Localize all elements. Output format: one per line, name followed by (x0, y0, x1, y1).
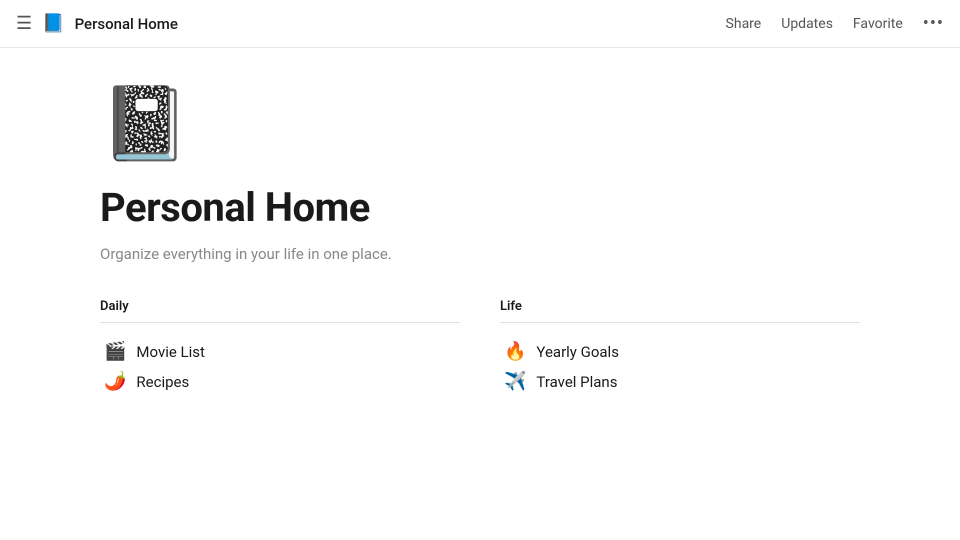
share-button[interactable]: Share (726, 16, 762, 32)
page-description: Organize everything in your life in one … (100, 245, 860, 263)
menu-icon[interactable]: ☰ (16, 15, 32, 33)
life-header: Life (500, 299, 860, 314)
daily-column: Daily 🎬 Movie List 🌶️ Recipes (100, 299, 460, 397)
movie-list-icon: 🎬 (104, 343, 126, 361)
topbar-right: Share Updates Favorite ••• (726, 13, 944, 34)
page-icon-small: 📘 (42, 15, 64, 33)
recipes-icon: 🌶️ (104, 373, 126, 391)
daily-header: Daily (100, 299, 460, 314)
main-content: 📓 Personal Home Organize everything in y… (0, 48, 960, 437)
daily-divider (100, 322, 460, 323)
life-divider (500, 322, 860, 323)
travel-plans-icon: ✈️ (504, 373, 526, 391)
page-title: Personal Home (100, 184, 860, 231)
list-item-movie-list[interactable]: 🎬 Movie List (100, 337, 460, 367)
life-column: Life 🔥 Yearly Goals ✈️ Travel Plans (500, 299, 860, 397)
yearly-goals-label: Yearly Goals (536, 343, 619, 361)
updates-button[interactable]: Updates (781, 16, 833, 32)
favorite-button[interactable]: Favorite (853, 16, 903, 32)
list-item-yearly-goals[interactable]: 🔥 Yearly Goals (500, 337, 860, 367)
columns: Daily 🎬 Movie List 🌶️ Recipes Life 🔥 Yea… (100, 299, 860, 397)
yearly-goals-icon: 🔥 (504, 343, 526, 361)
more-icon[interactable]: ••• (923, 13, 944, 34)
movie-list-label: Movie List (136, 343, 205, 361)
topbar-left: ☰ 📘 Personal Home (16, 15, 178, 33)
list-item-recipes[interactable]: 🌶️ Recipes (100, 367, 460, 397)
recipes-label: Recipes (136, 373, 189, 391)
topbar-title: Personal Home (75, 15, 178, 33)
page-cover-icon: 📓 (100, 88, 860, 160)
topbar: ☰ 📘 Personal Home Share Updates Favorite… (0, 0, 960, 48)
list-item-travel-plans[interactable]: ✈️ Travel Plans (500, 367, 860, 397)
travel-plans-label: Travel Plans (536, 373, 617, 391)
